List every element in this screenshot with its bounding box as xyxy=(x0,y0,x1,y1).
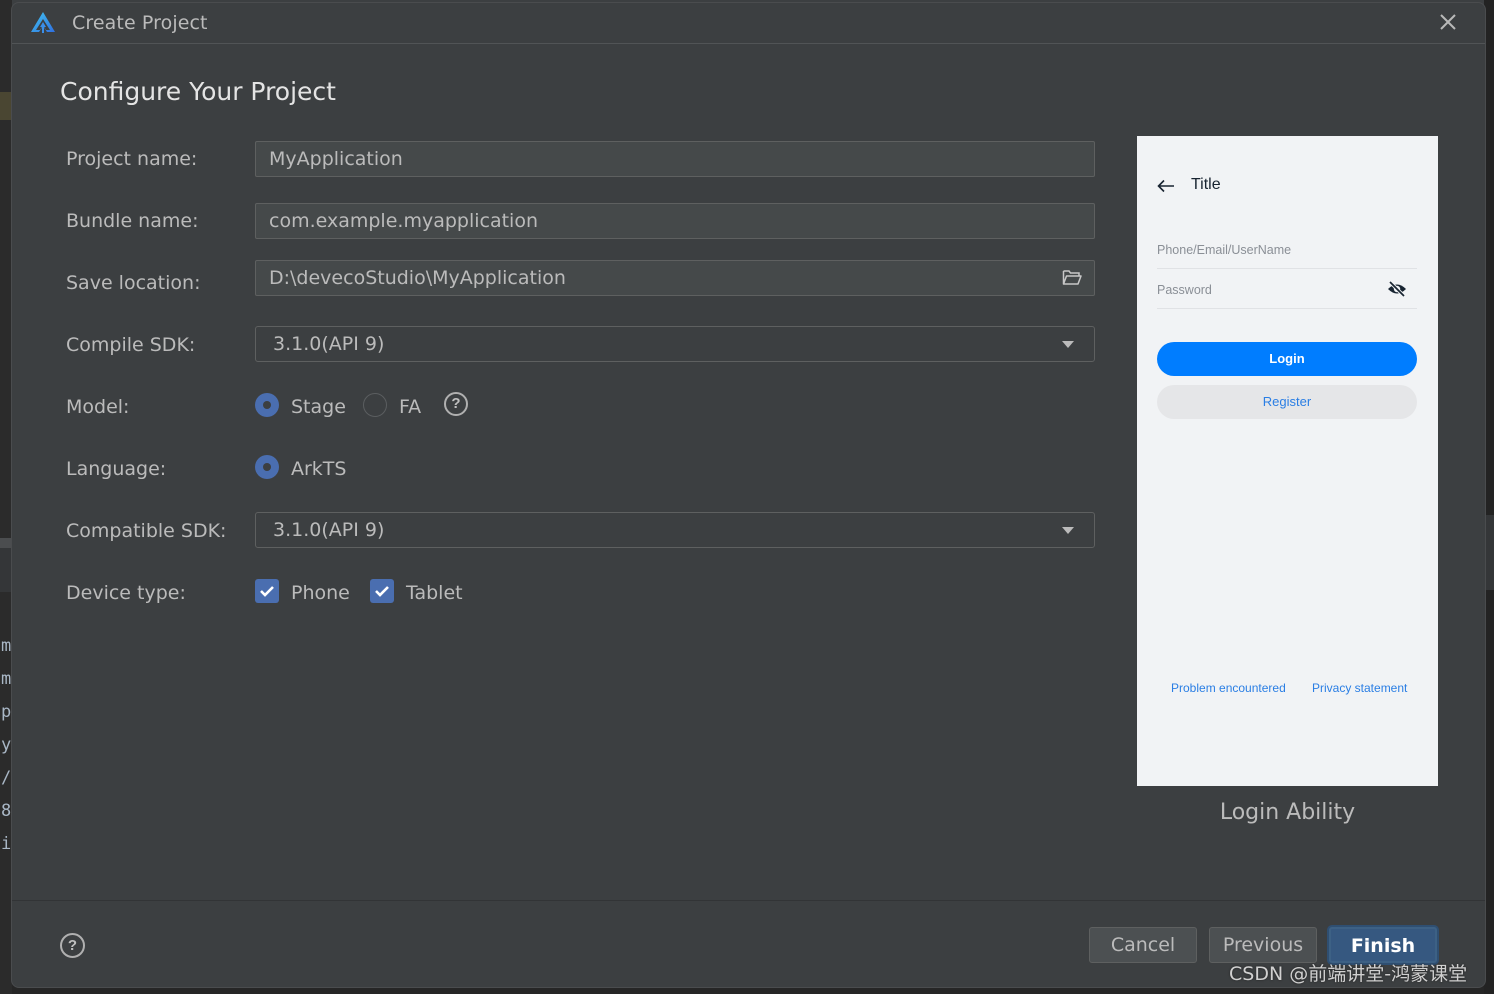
model-stage-label[interactable]: Stage xyxy=(291,396,346,418)
device-tablet-label[interactable]: Tablet xyxy=(406,582,463,604)
language-arkts-label[interactable]: ArkTS xyxy=(291,458,346,480)
preview-username-underline xyxy=(1157,268,1417,269)
back-arrow-icon xyxy=(1157,179,1174,193)
save-location-value: D:\devecoStudio\MyApplication xyxy=(269,267,566,289)
model-stage-radio[interactable] xyxy=(255,393,279,417)
save-location-label: Save location: xyxy=(66,272,201,294)
preview-username-hint: Phone/Email/UserName xyxy=(1157,243,1292,257)
page-heading: Configure Your Project xyxy=(60,77,336,106)
compatible-sdk-select[interactable]: 3.1.0(API 9) xyxy=(255,512,1095,548)
device-tablet-checkbox[interactable] xyxy=(370,579,394,603)
compile-sdk-value: 3.1.0(API 9) xyxy=(273,333,385,355)
finish-button[interactable]: Finish xyxy=(1329,927,1437,963)
cancel-button[interactable]: Cancel xyxy=(1089,927,1197,963)
close-icon[interactable] xyxy=(1437,11,1459,33)
project-name-input[interactable]: MyApplication xyxy=(255,141,1095,177)
preview-problem-link: Problem encountered xyxy=(1171,681,1286,695)
question-circle-icon[interactable]: ? xyxy=(444,392,468,416)
checkmark-icon xyxy=(260,586,274,597)
help-icon[interactable]: ? xyxy=(60,933,85,958)
preview-password-hint: Password xyxy=(1157,283,1212,297)
preview-password-underline xyxy=(1157,308,1417,309)
model-fa-label[interactable]: FA xyxy=(399,396,421,418)
device-phone-label[interactable]: Phone xyxy=(291,582,350,604)
preview-privacy-link: Privacy statement xyxy=(1312,681,1408,695)
create-project-dialog: Create Project Configure Your Project Pr… xyxy=(11,2,1486,988)
bundle-name-label: Bundle name: xyxy=(66,210,199,232)
checkmark-icon xyxy=(375,586,389,597)
chevron-down-icon xyxy=(1062,527,1074,534)
previous-button[interactable]: Previous xyxy=(1209,927,1317,963)
save-location-input[interactable]: D:\devecoStudio\MyApplication xyxy=(255,260,1095,296)
compile-sdk-select[interactable]: 3.1.0(API 9) xyxy=(255,326,1095,362)
preview-register-button: Register xyxy=(1157,385,1417,419)
chevron-down-icon xyxy=(1062,341,1074,348)
preview-login-button: Login xyxy=(1157,342,1417,376)
compile-sdk-label: Compile SDK: xyxy=(66,334,196,356)
model-label: Model: xyxy=(66,396,130,418)
language-label: Language: xyxy=(66,458,167,480)
bundle-name-input[interactable]: com.example.myapplication xyxy=(255,203,1095,239)
template-preview: Title Phone/Email/UserName Password Logi… xyxy=(1137,136,1438,786)
bundle-name-value: com.example.myapplication xyxy=(269,210,538,232)
template-caption: Login Ability xyxy=(1219,800,1356,825)
compatible-sdk-value: 3.1.0(API 9) xyxy=(273,519,385,541)
model-fa-radio[interactable] xyxy=(363,393,387,417)
device-phone-checkbox[interactable] xyxy=(255,579,279,603)
project-name-label: Project name: xyxy=(66,148,198,170)
language-arkts-radio[interactable] xyxy=(255,455,279,479)
dialog-title: Create Project xyxy=(72,12,208,34)
compatible-sdk-label: Compatible SDK: xyxy=(66,520,227,542)
deveco-logo-icon xyxy=(31,12,55,33)
folder-icon[interactable] xyxy=(1062,269,1082,286)
project-name-value: MyApplication xyxy=(269,148,403,170)
device-type-label: Device type: xyxy=(66,582,186,604)
eye-off-icon xyxy=(1388,280,1406,298)
footer-divider xyxy=(12,900,1485,901)
preview-title: Title xyxy=(1191,176,1221,193)
watermark: CSDN @前端讲堂-鸿蒙课堂 xyxy=(1229,963,1468,985)
dialog-titlebar: Create Project xyxy=(12,3,1485,44)
